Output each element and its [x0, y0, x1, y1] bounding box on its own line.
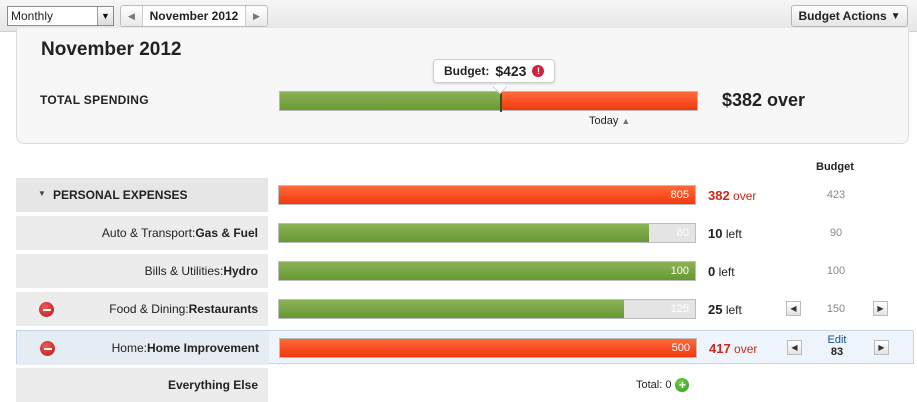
row-label-cell: Everything Else — [16, 368, 268, 402]
row-label: Auto & Transport:Gas & Fuel — [102, 226, 258, 240]
chevron-left-icon[interactable]: ◀ — [787, 340, 802, 355]
remove-icon[interactable] — [39, 302, 54, 317]
dropdown-arrow-icon[interactable]: ▼ — [97, 7, 113, 25]
add-icon[interactable]: + — [675, 378, 690, 392]
row-label-cell: Auto & Transport:Gas & Fuel — [16, 216, 268, 250]
total-label: Total: 0 — [636, 379, 672, 391]
spent-amount: 805 — [670, 189, 689, 201]
budget-status: 10 left — [708, 226, 742, 241]
row-label: Home:Home Improvement — [112, 341, 259, 355]
chevron-right-icon[interactable]: ▶ — [874, 340, 889, 355]
row-label-cell: Food & Dining:Restaurants — [16, 292, 268, 326]
budget-value: 423 — [826, 189, 846, 201]
total-bar-over-budget — [501, 92, 697, 110]
row-category: Bills & Utilities: — [144, 264, 224, 278]
chevron-right-icon[interactable]: ▶ — [245, 6, 267, 26]
table-row-selected[interactable]: Home:Home Improvement 500 417 over ◀ Edi… — [16, 330, 914, 365]
spending-bar: 805 — [278, 185, 696, 205]
status-amount: 25 — [708, 302, 723, 317]
row-category: Food & Dining: — [109, 302, 189, 316]
chevron-left-icon[interactable]: ◀ — [786, 301, 801, 316]
total-bar-within-budget — [280, 92, 501, 110]
status-amount: 417 — [709, 341, 731, 356]
spending-bar: 500 — [279, 338, 697, 358]
status-amount: 10 — [708, 226, 723, 241]
budget-actions-button[interactable]: Budget Actions ▼ — [791, 5, 908, 27]
spending-bar-fill — [279, 224, 650, 242]
budget-callout: Budget: $423 ! — [433, 59, 556, 83]
spending-bar-fill — [280, 339, 696, 357]
budget-callout-label: Budget: — [444, 64, 490, 78]
budget-value: 83 — [830, 346, 844, 358]
spent-amount: 500 — [671, 342, 690, 354]
total-spending-label: TOTAL SPENDING — [40, 93, 149, 107]
chevron-right-icon[interactable]: ▶ — [873, 301, 888, 316]
spending-bar-fill — [279, 262, 695, 280]
month-navigator: ◀ November 2012 ▶ — [120, 5, 268, 27]
row-subcategory: Home Improvement — [146, 341, 259, 355]
row-category: Auto & Transport: — [101, 226, 196, 240]
table-row[interactable]: Auto & Transport:Gas & Fuel 80 10 left 9… — [16, 216, 914, 250]
row-label-cell: Bills & Utilities:Hydro — [16, 254, 268, 288]
remove-icon[interactable] — [40, 341, 55, 356]
summary-title: November 2012 — [41, 39, 182, 60]
budget-value: 150 — [826, 303, 846, 315]
spent-amount: 125 — [670, 303, 689, 315]
period-select-value: Monthly — [11, 9, 54, 23]
row-subcategory: Restaurants — [188, 302, 258, 316]
status-word: left — [725, 227, 742, 241]
today-marker: Today ▲ — [589, 115, 630, 127]
everything-else-row: Everything Else Total: 0 + — [16, 368, 914, 402]
chevron-left-icon[interactable]: ◀ — [121, 6, 143, 26]
edit-link[interactable]: Edit — [807, 334, 867, 346]
budget-status: 382 over — [708, 188, 756, 203]
month-label: November 2012 — [149, 9, 239, 23]
status-amount: 382 — [708, 188, 730, 203]
budget-callout-amount: $423 — [495, 63, 527, 79]
group-label: PERSONAL EXPENSES — [53, 188, 188, 202]
budget-value: 100 — [826, 265, 846, 277]
today-label: Today — [589, 115, 619, 127]
total-spending-bar — [279, 91, 698, 111]
status-word: left — [718, 265, 735, 279]
group-row-personal-expenses[interactable]: ▼ PERSONAL EXPENSES 805 382 over 423 — [16, 178, 914, 212]
budget-edit: Edit 83 — [807, 334, 867, 358]
table-row[interactable]: Food & Dining:Restaurants 125 25 left ◀ … — [16, 292, 914, 326]
chevron-up-icon: ▲ — [621, 116, 631, 126]
period-select[interactable]: Monthly ▼ — [7, 6, 114, 26]
summary-card: November 2012 TOTAL SPENDING Budget: $42… — [16, 28, 909, 144]
budget-status: 0 left — [708, 264, 735, 279]
row-subcategory: Hydro — [223, 264, 258, 278]
spending-bar-fill — [279, 186, 695, 204]
row-subcategory: Gas & Fuel — [195, 226, 258, 240]
row-label: Food & Dining:Restaurants — [109, 302, 258, 316]
row-category: Home: — [111, 341, 147, 355]
spent-amount: 80 — [676, 227, 689, 239]
budget-status: 25 left — [708, 302, 742, 317]
row-label: Bills & Utilities:Hydro — [145, 264, 258, 278]
caret-down-icon: ▼ — [890, 10, 901, 22]
status-amount: 0 — [708, 264, 716, 279]
spending-bar: 125 — [278, 299, 696, 319]
budget-actions-label: Budget Actions — [798, 9, 887, 23]
spending-bar: 100 — [278, 261, 696, 281]
budget-value: 90 — [829, 227, 843, 239]
group-label-cell: ▼ PERSONAL EXPENSES — [16, 178, 268, 212]
budget-column-header: Budget — [816, 161, 854, 173]
status-word: over — [734, 342, 758, 356]
expand-caret-icon[interactable]: ▼ — [38, 189, 46, 198]
spending-bar-fill — [279, 300, 625, 318]
spent-amount: 100 — [670, 265, 689, 277]
row-label-cell: Home:Home Improvement — [17, 331, 269, 365]
status-word: left — [725, 303, 742, 317]
alert-icon[interactable]: ! — [532, 65, 545, 77]
status-word: over — [733, 189, 757, 203]
row-label: Everything Else — [167, 378, 258, 392]
over-amount: $382 over — [722, 90, 806, 110]
everything-else-total: Total: 0 + — [636, 378, 690, 392]
budget-status: 417 over — [709, 341, 757, 356]
table-row[interactable]: Bills & Utilities:Hydro 100 0 left 100 — [16, 254, 914, 288]
spending-bar: 80 — [278, 223, 696, 243]
